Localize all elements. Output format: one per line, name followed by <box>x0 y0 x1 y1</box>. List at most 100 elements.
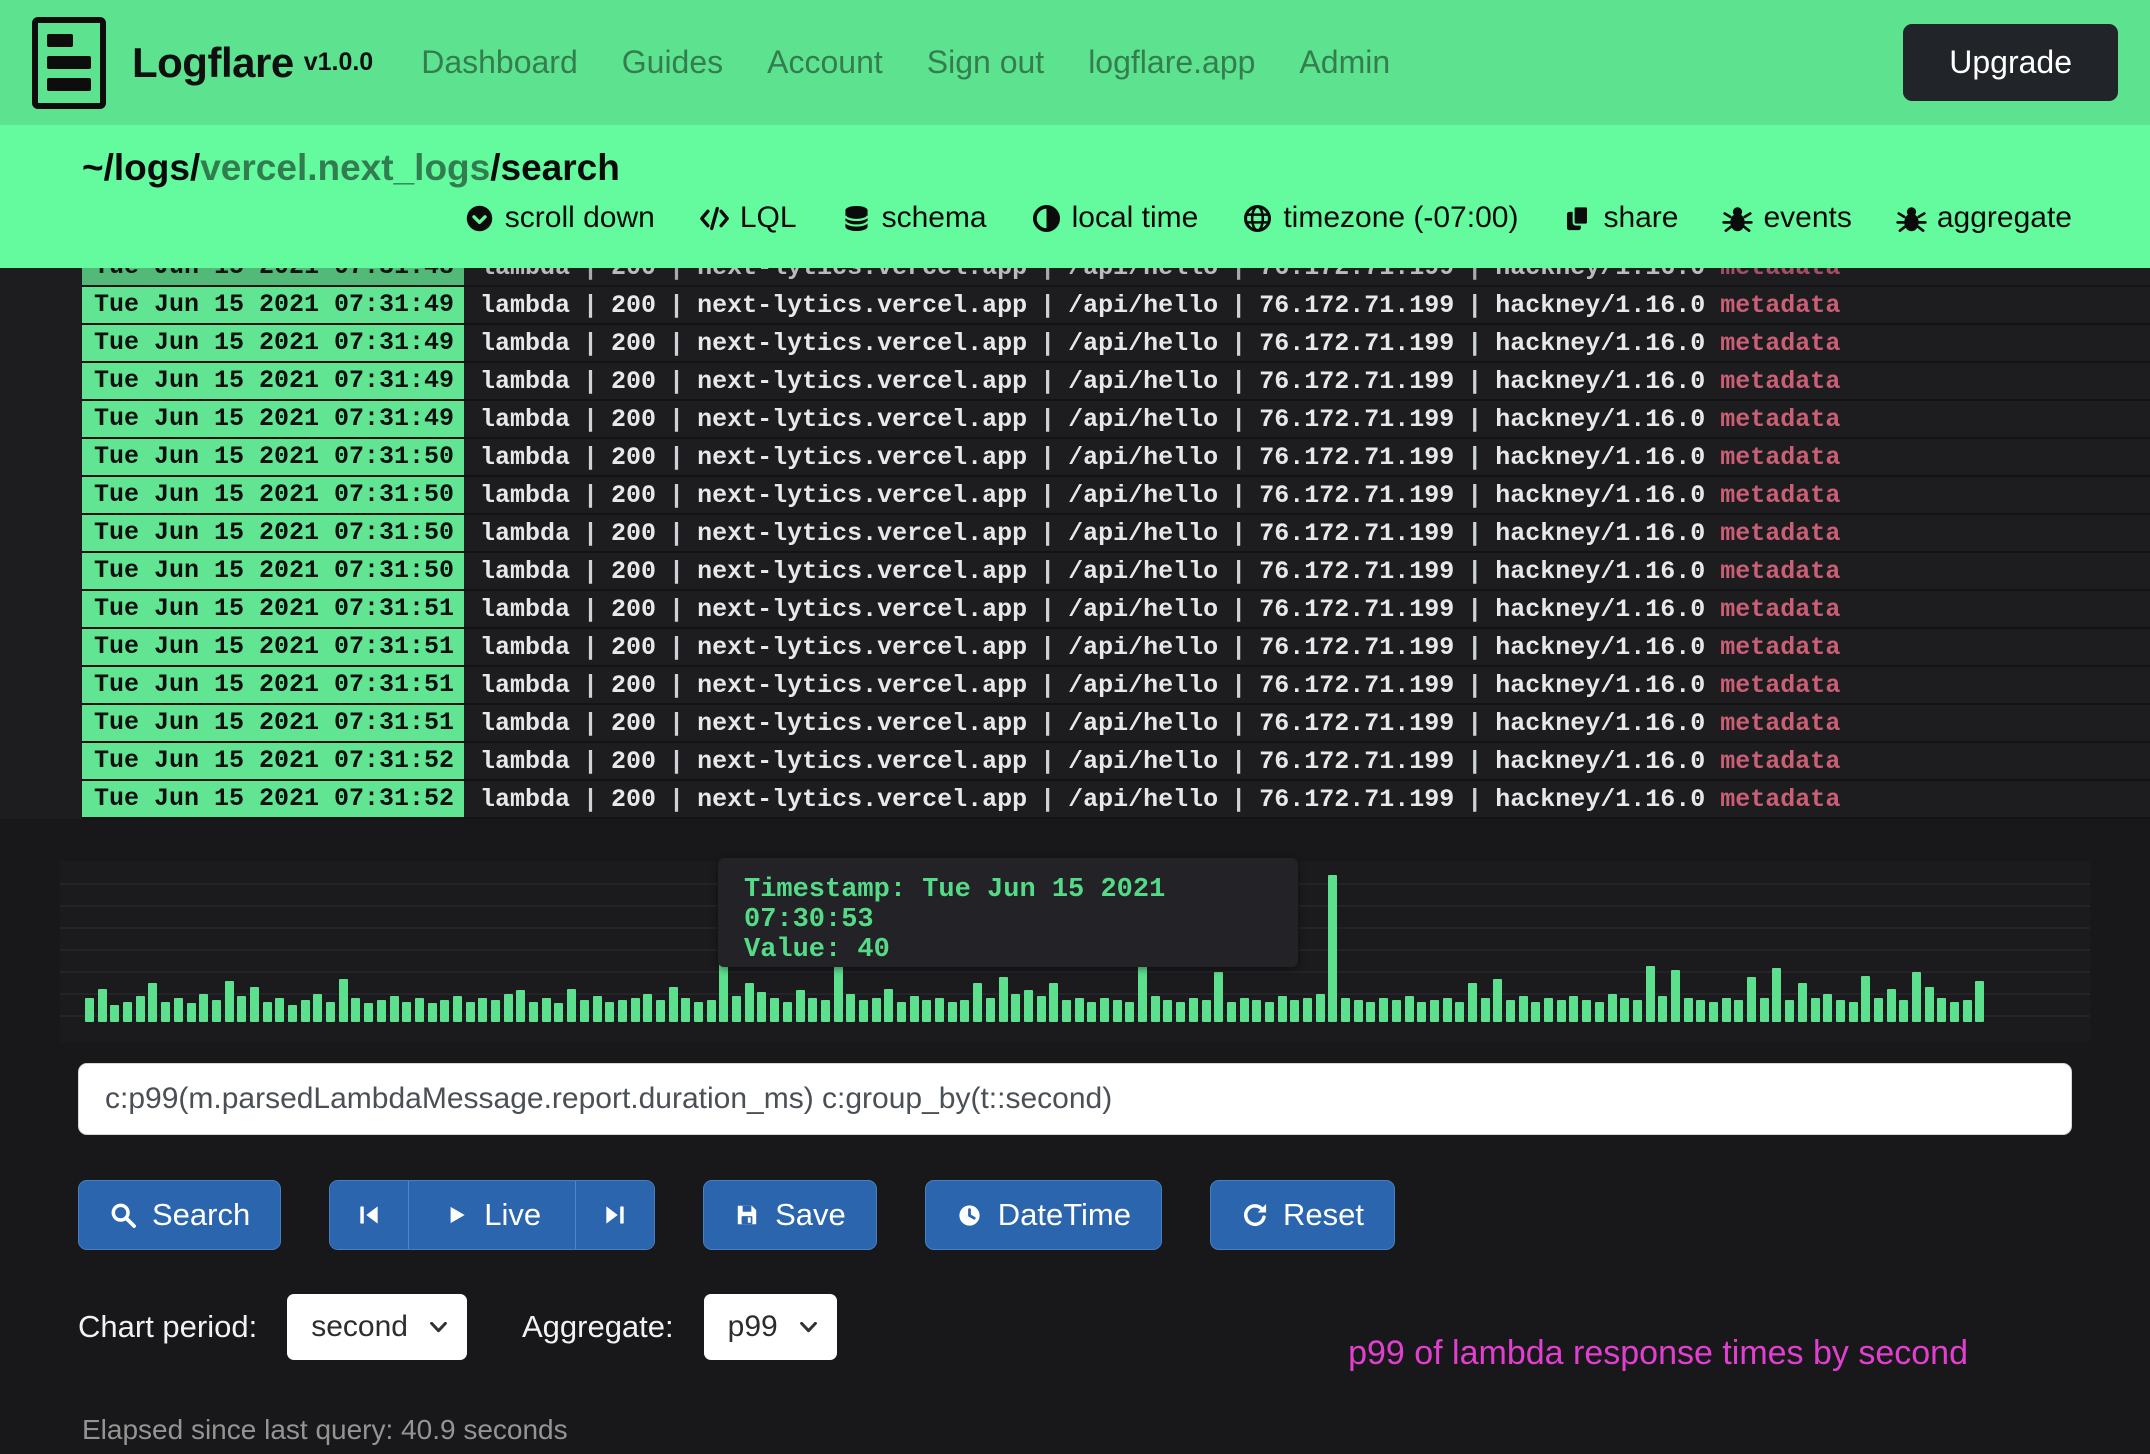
chart-bar[interactable] <box>1506 1000 1515 1022</box>
chart-bar[interactable] <box>478 998 487 1022</box>
chart-bar[interactable] <box>1240 998 1249 1022</box>
chart-bar[interactable] <box>1925 987 1934 1022</box>
chart-bar[interactable] <box>554 1003 563 1022</box>
chart-bar[interactable] <box>1811 998 1820 1022</box>
chart-bar[interactable] <box>986 998 995 1022</box>
logflare-logo-icon[interactable] <box>32 17 106 109</box>
chart-bar[interactable] <box>1443 998 1452 1022</box>
chart-bar[interactable] <box>1125 1002 1134 1022</box>
nav-dashboard[interactable]: Dashboard <box>421 44 578 81</box>
chart-bar[interactable] <box>1189 998 1198 1022</box>
chart-bar[interactable] <box>669 987 678 1022</box>
chart-bar[interactable] <box>580 1000 589 1022</box>
log-timestamp[interactable]: Tue Jun 15 2021 07:31:51 <box>82 591 464 627</box>
toolbar-item-local-time[interactable]: local time <box>1031 201 1199 235</box>
chart-bar[interactable] <box>948 1002 957 1022</box>
chart-bar[interactable] <box>1075 998 1084 1022</box>
chart-bar[interactable] <box>1455 1002 1464 1022</box>
chart-bar[interactable] <box>1709 1002 1718 1022</box>
chart-bar[interactable] <box>466 1002 475 1022</box>
chart-bar[interactable] <box>884 989 893 1022</box>
chart-bar[interactable] <box>161 1002 170 1022</box>
aggregate-select[interactable]: p99 <box>704 1294 837 1360</box>
chart-bar[interactable] <box>1544 998 1553 1022</box>
chart-bar[interactable] <box>123 1002 132 1022</box>
chart-bar[interactable] <box>504 994 513 1022</box>
chart-bar[interactable] <box>85 998 94 1022</box>
upgrade-button[interactable]: Upgrade <box>1903 24 2118 101</box>
chart-bar[interactable] <box>897 1002 906 1022</box>
chart-bar[interactable] <box>1950 1002 1959 1022</box>
chart-bar[interactable] <box>1176 1002 1185 1022</box>
chart-bar[interactable] <box>1595 1002 1604 1022</box>
metadata-link[interactable]: metadata <box>1720 595 1840 624</box>
chart-bar[interactable] <box>1468 983 1477 1022</box>
chart-bar[interactable] <box>390 996 399 1022</box>
chart-bar[interactable] <box>98 989 107 1022</box>
chart-bar[interactable] <box>999 977 1008 1022</box>
chart-bar[interactable] <box>1531 1002 1540 1022</box>
log-timestamp[interactable]: Tue Jun 15 2021 07:31:51 <box>82 667 464 703</box>
chart-bar[interactable] <box>1874 998 1883 1022</box>
chart-bar[interactable] <box>1493 979 1502 1022</box>
chart-bar[interactable] <box>1734 1000 1743 1022</box>
chart-bar[interactable] <box>1214 972 1223 1022</box>
live-button[interactable]: Live <box>408 1181 575 1249</box>
chart-bar[interactable] <box>1798 983 1807 1022</box>
chart-bar[interactable] <box>1024 990 1033 1022</box>
chart-bar[interactable] <box>491 1000 500 1022</box>
metadata-link[interactable]: metadata <box>1720 785 1840 814</box>
chart-bar[interactable] <box>364 1003 373 1022</box>
chart-bar[interactable] <box>656 1000 665 1022</box>
log-timestamp[interactable]: Tue Jun 15 2021 07:31:49 <box>82 363 464 399</box>
chart-bar[interactable] <box>110 1005 119 1022</box>
chart-bar[interactable] <box>516 990 525 1022</box>
log-timestamp[interactable]: Tue Jun 15 2021 07:31:50 <box>82 553 464 589</box>
log-timestamp[interactable]: Tue Jun 15 2021 07:31:52 <box>82 781 464 817</box>
chart-bar[interactable] <box>1722 998 1731 1022</box>
log-timestamp[interactable]: Tue Jun 15 2021 07:31:50 <box>82 477 464 513</box>
chart-bar[interactable] <box>796 990 805 1022</box>
chart-bar[interactable] <box>428 1003 437 1022</box>
chart-bar[interactable] <box>694 1002 703 1022</box>
chart-bar[interactable] <box>1785 1000 1794 1022</box>
chart-bar[interactable] <box>1658 996 1667 1022</box>
chart-bar[interactable] <box>1823 994 1832 1022</box>
chart-bar[interactable] <box>1202 1000 1211 1022</box>
metadata-link[interactable]: metadata <box>1720 329 1840 358</box>
save-button[interactable]: Save <box>703 1180 877 1250</box>
nav-sign-out[interactable]: Sign out <box>927 44 1044 81</box>
chart-bar[interactable] <box>1138 964 1147 1022</box>
log-timestamp[interactable]: Tue Jun 15 2021 07:31:51 <box>82 629 464 665</box>
chart-bar[interactable] <box>1582 1000 1591 1022</box>
chart-bar[interactable] <box>757 992 766 1022</box>
chart-bar[interactable] <box>1519 996 1528 1022</box>
toolbar-item-aggregate[interactable]: aggregate <box>1896 201 2072 235</box>
log-volume-chart[interactable]: Timestamp: Tue Jun 15 2021 07:30:53 Valu… <box>60 861 2090 1042</box>
chart-bar[interactable] <box>1671 970 1680 1022</box>
chart-bar[interactable] <box>1405 996 1414 1022</box>
chart-bar[interactable] <box>339 979 348 1022</box>
chart-bar[interactable] <box>1963 1000 1972 1022</box>
chart-bar[interactable] <box>681 998 690 1022</box>
chart-bar[interactable] <box>250 987 259 1022</box>
metadata-link[interactable]: metadata <box>1720 268 1840 282</box>
chart-bar[interactable] <box>1100 998 1109 1022</box>
chart-bar[interactable] <box>846 994 855 1022</box>
toolbar-item-lql[interactable]: LQL <box>699 201 797 235</box>
log-timestamp[interactable]: Tue Jun 15 2021 07:31:49 <box>82 401 464 437</box>
chart-bar[interactable] <box>453 996 462 1022</box>
log-timestamp[interactable]: Tue Jun 15 2021 07:31:50 <box>82 515 464 551</box>
toolbar-item-share[interactable]: share <box>1562 201 1678 235</box>
chart-bar[interactable] <box>719 964 728 1022</box>
metadata-link[interactable]: metadata <box>1720 443 1840 472</box>
metadata-link[interactable]: metadata <box>1720 291 1840 320</box>
chart-bar[interactable] <box>148 983 157 1022</box>
log-timestamp[interactable]: Tue Jun 15 2021 07:31:50 <box>82 439 464 475</box>
chart-bar[interactable] <box>1049 983 1058 1022</box>
chart-bar[interactable] <box>1912 972 1921 1022</box>
skip-to-start-button[interactable] <box>330 1181 408 1249</box>
chart-bar[interactable] <box>960 1000 969 1022</box>
chart-bar[interactable] <box>1937 998 1946 1022</box>
chart-bar[interactable] <box>745 983 754 1022</box>
